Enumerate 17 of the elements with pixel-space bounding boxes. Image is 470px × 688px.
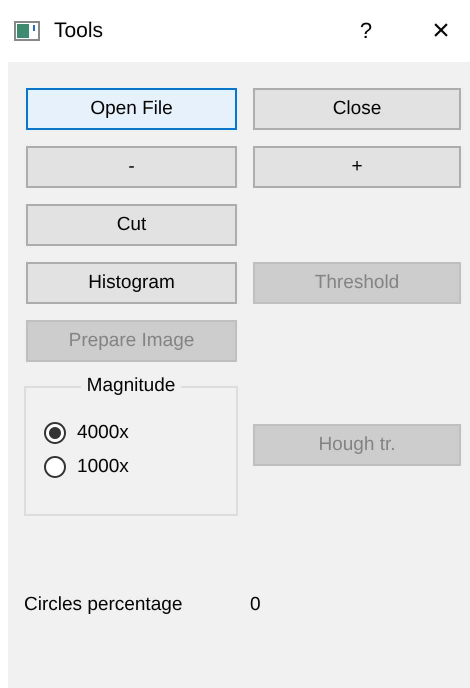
radio-button[interactable] xyxy=(44,456,66,478)
value-text: 0 xyxy=(250,594,261,616)
help-button[interactable]: ? xyxy=(354,18,378,44)
radio-option[interactable]: 4000x xyxy=(44,422,236,444)
push-button[interactable]: Open File xyxy=(26,88,237,130)
push-button[interactable]: + xyxy=(253,146,461,188)
radio-option[interactable]: 1000x xyxy=(44,456,236,478)
field-label: Circles percentage xyxy=(24,594,184,616)
push-button[interactable]: Close xyxy=(253,88,461,130)
push-button[interactable]: Histogram xyxy=(26,262,237,304)
push-button[interactable]: - xyxy=(26,146,237,188)
radio-button[interactable] xyxy=(44,422,66,444)
window-title: Tools xyxy=(54,19,104,43)
app-icon xyxy=(14,21,40,41)
group-title: Magnitude xyxy=(80,375,182,396)
push-button[interactable]: Cut xyxy=(26,204,237,246)
close-button[interactable]: × xyxy=(426,14,456,48)
